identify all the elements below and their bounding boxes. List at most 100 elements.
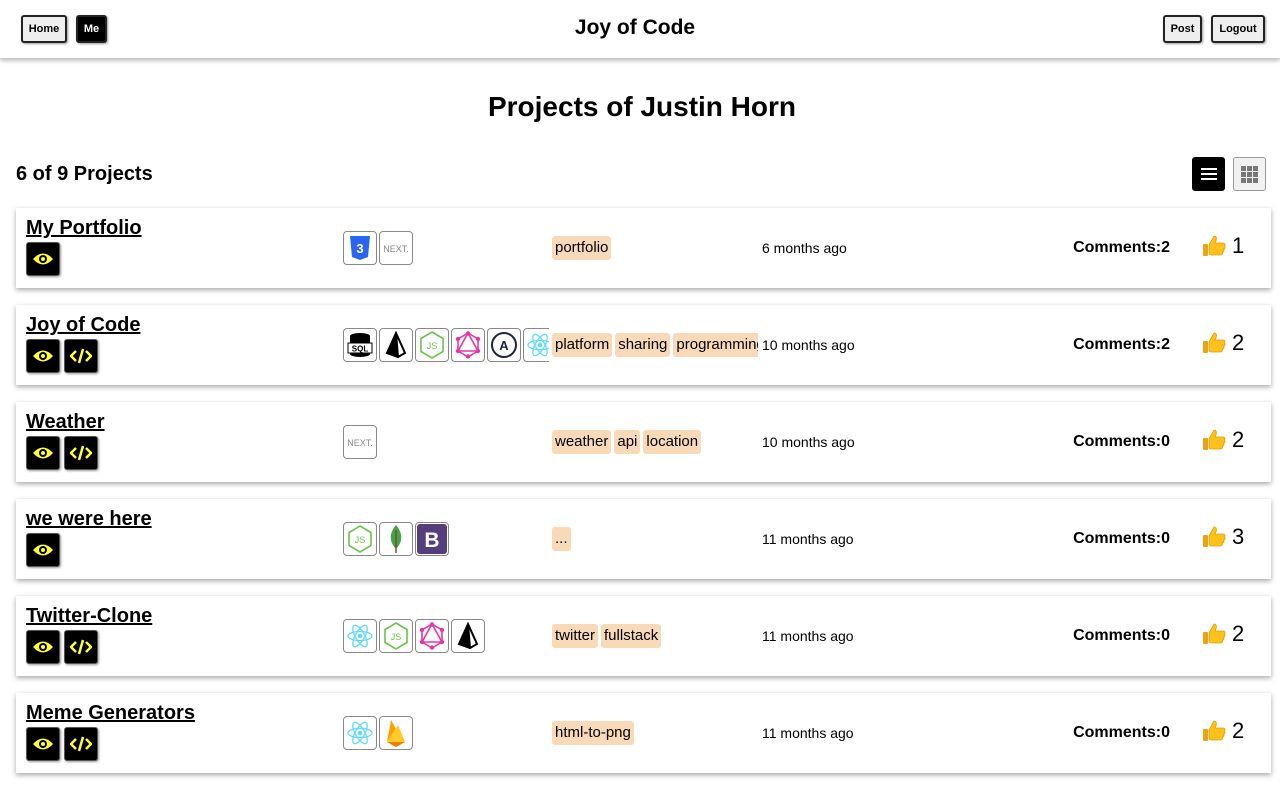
code-icon <box>70 736 92 752</box>
view-code-button[interactable] <box>64 630 98 664</box>
tag-chip[interactable]: platform <box>552 333 613 357</box>
thumbs-up-icon <box>1203 720 1226 741</box>
view-live-button[interactable] <box>26 727 60 761</box>
logout-button[interactable]: Logout <box>1211 15 1265 43</box>
like-count: 1 <box>1232 233 1245 258</box>
tech-stack <box>343 716 549 750</box>
view-live-button[interactable] <box>26 436 60 470</box>
nextjs-icon: NEXT. <box>343 425 377 459</box>
like-count: 3 <box>1232 524 1245 549</box>
like-button[interactable]: 1 <box>1202 233 1244 259</box>
nodejs-icon: JS <box>343 522 377 556</box>
thumbs-up-icon <box>1203 623 1226 644</box>
post-button[interactable]: Post <box>1163 15 1202 43</box>
svg-text:NEXT.: NEXT. <box>347 438 373 448</box>
view-code-button[interactable] <box>64 339 98 373</box>
comments-count[interactable]: Comments:0 <box>1073 530 1170 548</box>
svg-text:3: 3 <box>356 241 363 256</box>
nodejs-icon: JS <box>379 619 413 653</box>
tech-stack: SQL JS A <box>343 328 549 362</box>
view-live-button[interactable] <box>26 630 60 664</box>
thumbs-up-icon <box>1203 235 1226 256</box>
tag-list: twitter fullstack <box>552 624 758 648</box>
project-actions <box>26 339 98 373</box>
nextjs-icon: NEXT. <box>379 231 413 265</box>
like-count: 2 <box>1232 427 1245 452</box>
tag-list: weather api location <box>552 430 758 454</box>
like-button[interactable]: 2 <box>1202 427 1244 453</box>
project-date: 11 months ago <box>762 628 854 644</box>
comments-count[interactable]: Comments:2 <box>1073 239 1170 257</box>
svg-text:A: A <box>499 338 509 353</box>
code-icon <box>70 639 92 655</box>
project-title-link[interactable]: Weather <box>26 411 105 434</box>
project-row: Meme Generators html-to-png 11 months ago C… <box>16 693 1271 773</box>
project-title-link[interactable]: Twitter-Clone <box>26 605 152 628</box>
project-count: 6 of 9 Projects <box>16 163 153 185</box>
svg-text:NEXT.: NEXT. <box>383 244 409 254</box>
comments-count[interactable]: Comments:0 <box>1073 433 1170 451</box>
tag-chip[interactable]: sharing <box>615 333 671 357</box>
tag-chip[interactable]: fullstack <box>601 624 662 648</box>
view-code-button[interactable] <box>64 436 98 470</box>
tag-chip[interactable]: api <box>614 430 641 454</box>
eye-icon <box>33 738 53 750</box>
project-date: 10 months ago <box>762 434 855 450</box>
app-title: Joy of Code <box>574 16 696 39</box>
project-title-link[interactable]: My Portfolio <box>26 217 142 240</box>
project-title-link[interactable]: Joy of Code <box>26 314 140 337</box>
css3-icon: 3 <box>343 231 377 265</box>
list-view-button[interactable] <box>1192 157 1225 191</box>
like-button[interactable]: 2 <box>1202 330 1244 356</box>
comments-count[interactable]: Comments:2 <box>1073 336 1170 354</box>
like-button[interactable]: 2 <box>1202 621 1244 647</box>
tag-chip[interactable]: location <box>643 430 702 454</box>
page-title: Projects of Justin Horn <box>487 91 797 122</box>
svg-text:SQL: SQL <box>352 345 369 354</box>
nodejs-icon: JS <box>415 328 449 362</box>
react-icon <box>523 328 549 362</box>
grid-view-button[interactable] <box>1233 157 1266 191</box>
project-row: Joy of Code SQL JS Aplatform sharing programm… <box>16 305 1271 385</box>
view-live-button[interactable] <box>26 339 60 373</box>
view-live-button[interactable] <box>26 242 60 276</box>
eye-icon <box>33 253 53 265</box>
project-title-link[interactable]: we were here <box>26 508 152 531</box>
list-icon <box>1200 168 1217 180</box>
project-row: we were here JS B... 11 months ago Comments:… <box>16 499 1271 579</box>
like-button[interactable]: 3 <box>1202 524 1244 550</box>
tag-chip[interactable]: programming <box>673 333 758 357</box>
tag-list: html-to-png <box>552 721 758 745</box>
tag-chip[interactable]: weather <box>552 430 612 454</box>
project-actions <box>26 630 98 664</box>
view-live-button[interactable] <box>26 533 60 567</box>
apollo-icon: A <box>487 328 521 362</box>
comments-count[interactable]: Comments:0 <box>1073 724 1170 742</box>
svg-text:B: B <box>424 529 439 552</box>
code-icon <box>70 445 92 461</box>
graphql-icon <box>451 328 485 362</box>
view-code-button[interactable] <box>64 727 98 761</box>
project-actions <box>26 242 60 276</box>
comments-count[interactable]: Comments:0 <box>1073 627 1170 645</box>
project-row: Weather NEXT. weather api location 10 months … <box>16 402 1271 482</box>
tag-list: ... <box>552 527 758 551</box>
bootstrap-icon: B <box>415 522 449 556</box>
like-button[interactable]: 2 <box>1202 718 1244 744</box>
project-actions <box>26 727 98 761</box>
project-title-link[interactable]: Meme Generators <box>26 702 195 725</box>
tag-chip[interactable]: ... <box>552 527 571 551</box>
sql-icon: SQL <box>343 328 377 362</box>
svg-text:JS: JS <box>391 632 402 642</box>
react-icon <box>343 716 377 750</box>
thumbs-up-icon <box>1203 429 1226 450</box>
like-count: 2 <box>1232 718 1245 743</box>
prisma-icon <box>451 619 485 653</box>
tag-chip[interactable]: twitter <box>552 624 599 648</box>
project-actions <box>26 436 98 470</box>
top-navbar: Home Me Joy of Code Post Logout <box>0 0 1280 58</box>
eye-icon <box>33 350 53 362</box>
prisma-icon <box>379 328 413 362</box>
tag-chip[interactable]: portfolio <box>552 236 612 260</box>
tag-chip[interactable]: html-to-png <box>552 721 634 745</box>
